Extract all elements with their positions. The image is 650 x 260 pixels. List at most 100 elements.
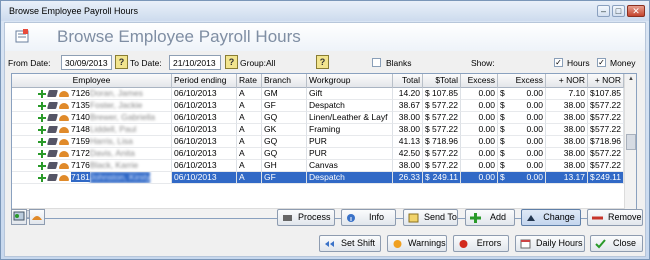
group-help-button[interactable]: ?	[316, 55, 329, 69]
to-date-help-button[interactable]: ?	[225, 55, 238, 69]
employee-id: 7148	[71, 124, 90, 134]
table-row[interactable]: 7159 Harris, Lisa 06/10/2013 A GQ PUR 41.13 $7…	[12, 136, 624, 148]
column-header[interactable]: Employee	[12, 74, 172, 88]
table-cell: 41.13	[393, 136, 423, 148]
payroll-grid[interactable]: Employee Period ending Rate Branch Workgroup…	[11, 73, 637, 219]
amount: 249.11	[595, 172, 621, 182]
column-header[interactable]: Period ending	[172, 74, 237, 88]
remove-button[interactable]: Remove	[587, 209, 643, 226]
table-cell: $577.22	[423, 124, 461, 136]
amount: 577.22	[595, 148, 621, 158]
table-cell: Gift	[307, 88, 393, 100]
change-button[interactable]: Change	[521, 209, 581, 226]
amount: 0.00	[526, 148, 543, 158]
from-date-input[interactable]	[61, 55, 112, 70]
book-icon[interactable]	[47, 126, 58, 134]
add-hours-icon[interactable]	[38, 89, 46, 98]
table-cell: 7140 Brewer, Gabriella	[12, 112, 172, 124]
employee-id: 7176	[71, 160, 90, 170]
remove-icon	[592, 216, 603, 220]
table-cell: 0.00	[461, 172, 498, 184]
process-icon	[283, 215, 292, 221]
table-cell: 38.00	[546, 112, 588, 124]
table-row[interactable]: 7148 Liddell, Paul 06/10/2013 A GK Framing 38…	[12, 124, 624, 136]
table-cell: Despatch	[307, 100, 393, 112]
table-row[interactable]: 7135 Foster, Jackie 06/10/2013 A GF Despatch…	[12, 100, 624, 112]
column-header[interactable]: + NOR	[546, 74, 588, 88]
close-button[interactable]: Close	[590, 235, 643, 252]
process-button[interactable]: Process	[277, 209, 335, 226]
add-hours-icon[interactable]	[38, 161, 46, 170]
book-icon[interactable]	[47, 114, 58, 122]
hat-icon[interactable]	[59, 174, 69, 181]
errors-button[interactable]: Errors	[453, 235, 509, 252]
column-header[interactable]: Total	[393, 74, 423, 88]
employee-name: Foster, Jackie	[89, 100, 143, 110]
add-hours-icon[interactable]	[38, 149, 46, 158]
table-cell: A	[237, 136, 262, 148]
table-cell: $577.22	[588, 112, 624, 124]
grid-options-button[interactable]	[11, 209, 27, 225]
hours-checkbox[interactable]: ✓	[554, 58, 563, 67]
book-icon[interactable]	[47, 102, 58, 110]
hat-icon[interactable]	[59, 114, 69, 121]
daily-hours-button[interactable]: Daily Hours	[515, 235, 585, 252]
amount: 0.00	[526, 88, 543, 98]
hat-icon[interactable]	[59, 138, 69, 145]
add-hours-icon[interactable]	[38, 137, 46, 146]
money-checkbox[interactable]: ✓	[597, 58, 606, 67]
book-icon[interactable]	[47, 162, 58, 170]
set-shift-button[interactable]: Set Shift	[319, 235, 381, 252]
column-header[interactable]: $Total	[423, 74, 461, 88]
vertical-scroll-thumb[interactable]	[626, 134, 636, 150]
checkmark-icon	[595, 239, 606, 249]
column-header[interactable]: Excess	[461, 74, 498, 88]
minimize-button[interactable]: –	[597, 5, 610, 17]
close-window-button[interactable]: ✕	[627, 5, 645, 17]
payroll-icon	[15, 29, 29, 43]
column-header[interactable]: Branch	[262, 74, 307, 88]
warnings-button[interactable]: Warnings	[387, 235, 447, 252]
column-header[interactable]: + NOR	[588, 74, 624, 88]
hat-icon[interactable]	[59, 90, 69, 97]
hat-icon[interactable]	[59, 102, 69, 109]
from-date-help-button[interactable]: ?	[115, 55, 128, 69]
add-hours-icon[interactable]	[38, 125, 46, 134]
employee-hat-button[interactable]	[29, 209, 45, 225]
table-cell: 06/10/2013	[172, 148, 237, 160]
book-icon[interactable]	[47, 138, 58, 146]
book-icon[interactable]	[47, 150, 58, 158]
column-header[interactable]: Workgroup	[307, 74, 393, 88]
table-row[interactable]: 7172 Davis, Anita 06/10/2013 A GQ PUR 42.50 $5…	[12, 148, 624, 160]
set-shift-icon	[325, 241, 334, 247]
send-to-button[interactable]: Send To	[403, 209, 458, 226]
table-cell: $718.96	[588, 136, 624, 148]
maximize-button[interactable]: □	[612, 5, 625, 17]
add-hours-icon[interactable]	[38, 113, 46, 122]
table-row[interactable]: 7140 Brewer, Gabriella 06/10/2013 A GQ Linen…	[12, 112, 624, 124]
amount: 577.22	[432, 148, 458, 158]
column-header[interactable]: Excess	[498, 74, 546, 88]
book-icon[interactable]	[47, 174, 58, 182]
table-row[interactable]: 7126 Doran, James 06/10/2013 A GM Gift 14.20 $…	[12, 88, 624, 100]
to-date-input[interactable]	[169, 55, 221, 70]
table-cell: $718.96	[423, 136, 461, 148]
currency-symbol: $	[500, 112, 505, 122]
hat-icon[interactable]	[59, 126, 69, 133]
blanks-checkbox[interactable]	[372, 58, 381, 67]
scroll-up-icon[interactable]: ▲	[626, 74, 636, 84]
column-header[interactable]: Rate	[237, 74, 262, 88]
info-button[interactable]: Info	[341, 209, 396, 226]
add-hours-icon[interactable]	[38, 101, 46, 110]
add-button[interactable]: Add	[465, 209, 515, 226]
table-cell: 0.00	[461, 124, 498, 136]
hat-icon[interactable]	[59, 150, 69, 157]
table-cell: 14.20	[393, 88, 423, 100]
employee-name: Johnston, Kirsty	[89, 172, 151, 183]
hat-icon[interactable]	[59, 162, 69, 169]
table-row[interactable]: 7181 Johnston, Kirsty 06/10/2013 A GF Despat…	[12, 172, 624, 184]
table-row[interactable]: 7176 Black, Karrie 06/10/2013 A GH Canvas 38.…	[12, 160, 624, 172]
add-hours-icon[interactable]	[38, 173, 46, 182]
vertical-scrollbar[interactable]: ▲ ▼	[624, 74, 636, 218]
book-icon[interactable]	[47, 90, 58, 98]
